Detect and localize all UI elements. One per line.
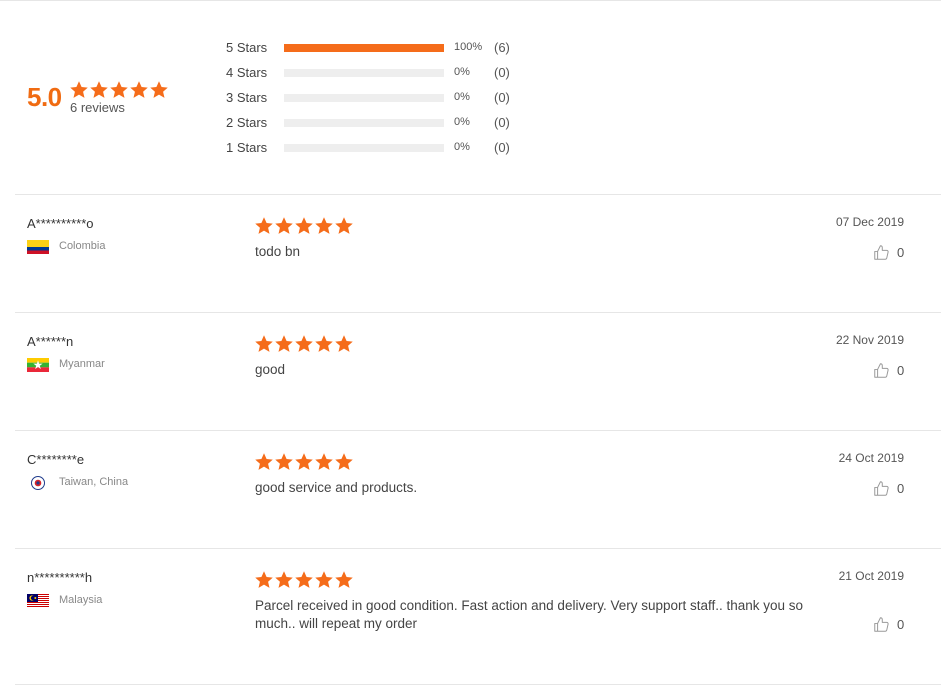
helpful-button[interactable]: 0 bbox=[873, 480, 904, 497]
divider bbox=[15, 684, 941, 685]
star-icon bbox=[150, 81, 168, 98]
star-icon bbox=[255, 335, 273, 352]
helpful-count: 0 bbox=[897, 363, 905, 378]
review-item: C********e Taiwan, China good service an… bbox=[0, 431, 947, 548]
helpful-button[interactable]: 0 bbox=[873, 244, 904, 261]
distribution-row-4[interactable]: 4 Stars 0% (0) bbox=[226, 63, 546, 88]
helpful-count: 0 bbox=[897, 245, 905, 260]
star-icon bbox=[275, 571, 293, 588]
star-icon bbox=[315, 453, 333, 470]
distribution-label: 3 Stars bbox=[226, 90, 268, 105]
star-icon bbox=[255, 217, 273, 234]
review-star-rating bbox=[254, 452, 354, 472]
reviewer-country: Colombia bbox=[59, 240, 106, 252]
review-count: 6 reviews bbox=[70, 100, 125, 115]
star-icon bbox=[255, 453, 273, 470]
review-text: good bbox=[255, 362, 286, 377]
star-distribution: 5 Stars 100% (6) 4 Stars 0% (0) 3 Stars … bbox=[226, 38, 546, 163]
thumbs-up-icon bbox=[874, 363, 889, 378]
star-icon bbox=[315, 335, 333, 352]
review-text: Parcel received in good condition. Fast … bbox=[255, 598, 804, 631]
star-icon bbox=[295, 335, 313, 352]
star-icon bbox=[110, 81, 128, 98]
distribution-count: (6) bbox=[494, 40, 510, 55]
reviewer-name: A******n bbox=[27, 334, 74, 349]
distribution-label: 5 Stars bbox=[226, 40, 268, 55]
thumbs-up-icon bbox=[874, 481, 889, 496]
review-date: 22 Nov 2019 bbox=[835, 333, 904, 347]
distribution-row-1[interactable]: 1 Stars 0% (0) bbox=[226, 138, 546, 163]
distribution-percent: 0% bbox=[454, 91, 470, 103]
review-star-rating bbox=[254, 334, 354, 354]
reviewer-country: Malaysia bbox=[59, 594, 103, 606]
review-star-rating bbox=[254, 216, 354, 236]
distribution-label: 4 Stars bbox=[226, 65, 268, 80]
distribution-bar-fill bbox=[284, 44, 444, 52]
distribution-bar bbox=[284, 119, 444, 127]
star-icon bbox=[275, 335, 293, 352]
review-text: todo bn bbox=[255, 244, 301, 259]
reviewer-name: n**********h bbox=[27, 570, 93, 585]
distribution-percent: 0% bbox=[454, 141, 470, 153]
distribution-label: 2 Stars bbox=[226, 115, 268, 130]
reviewer-country: Myanmar bbox=[59, 358, 105, 370]
distribution-bar bbox=[284, 69, 444, 77]
review-item: A**********o Colombia todo bn 07 Dec 201… bbox=[0, 195, 947, 312]
star-icon bbox=[295, 217, 313, 234]
star-icon bbox=[130, 81, 148, 98]
helpful-button[interactable]: 0 bbox=[873, 362, 904, 379]
thumbs-up-icon bbox=[874, 245, 889, 260]
colombia-flag-icon bbox=[27, 240, 49, 254]
average-star-rating bbox=[69, 80, 169, 100]
distribution-count: (0) bbox=[494, 90, 510, 105]
distribution-row-3[interactable]: 3 Stars 0% (0) bbox=[226, 88, 546, 113]
star-icon bbox=[90, 81, 108, 98]
distribution-row-2[interactable]: 2 Stars 0% (0) bbox=[226, 113, 546, 138]
taiwan-flag-icon bbox=[31, 476, 45, 490]
review-text: good service and products. bbox=[255, 480, 418, 495]
star-icon bbox=[295, 571, 313, 588]
distribution-percent: 0% bbox=[454, 116, 470, 128]
reviewer-name: C********e bbox=[27, 452, 85, 467]
malaysia-flag-icon bbox=[27, 594, 49, 608]
review-date: 07 Dec 2019 bbox=[835, 215, 904, 229]
helpful-count: 0 bbox=[897, 481, 905, 496]
star-icon bbox=[335, 217, 353, 234]
distribution-row-5[interactable]: 5 Stars 100% (6) bbox=[226, 38, 546, 63]
distribution-count: (0) bbox=[494, 65, 510, 80]
reviewer-name: A**********o bbox=[27, 216, 94, 231]
review-date: 24 Oct 2019 bbox=[838, 451, 904, 465]
helpful-button[interactable]: 0 bbox=[873, 616, 904, 633]
distribution-count: (0) bbox=[494, 115, 510, 130]
review-star-rating bbox=[254, 570, 354, 590]
star-icon bbox=[275, 453, 293, 470]
star-icon bbox=[275, 217, 293, 234]
reviewer-country: Taiwan, China bbox=[59, 476, 129, 488]
star-icon bbox=[335, 453, 353, 470]
thumbs-up-icon bbox=[874, 617, 889, 632]
star-icon bbox=[295, 453, 313, 470]
star-icon bbox=[335, 335, 353, 352]
distribution-percent: 0% bbox=[454, 66, 470, 78]
distribution-count: (0) bbox=[494, 140, 510, 155]
review-item: n**********h Malaysia Parcel received in… bbox=[0, 549, 947, 684]
myanmar-flag-icon bbox=[27, 358, 49, 372]
star-icon bbox=[315, 571, 333, 588]
helpful-count: 0 bbox=[897, 617, 905, 632]
star-icon bbox=[335, 571, 353, 588]
review-item: A******n Myanmar good 22 Nov 2019 0 bbox=[0, 313, 947, 430]
distribution-percent: 100% bbox=[454, 41, 483, 53]
star-icon bbox=[255, 571, 273, 588]
distribution-bar bbox=[284, 94, 444, 102]
distribution-label: 1 Stars bbox=[226, 140, 268, 155]
distribution-bar bbox=[284, 144, 444, 152]
average-rating: 5.0 bbox=[27, 82, 62, 112]
review-date: 21 Oct 2019 bbox=[838, 569, 904, 583]
star-icon bbox=[315, 217, 333, 234]
rating-summary: 5.0 6 reviews 5 Stars 100% (6) 4 Stars 0… bbox=[0, 0, 947, 194]
distribution-bar bbox=[284, 44, 444, 52]
star-icon bbox=[70, 81, 88, 98]
